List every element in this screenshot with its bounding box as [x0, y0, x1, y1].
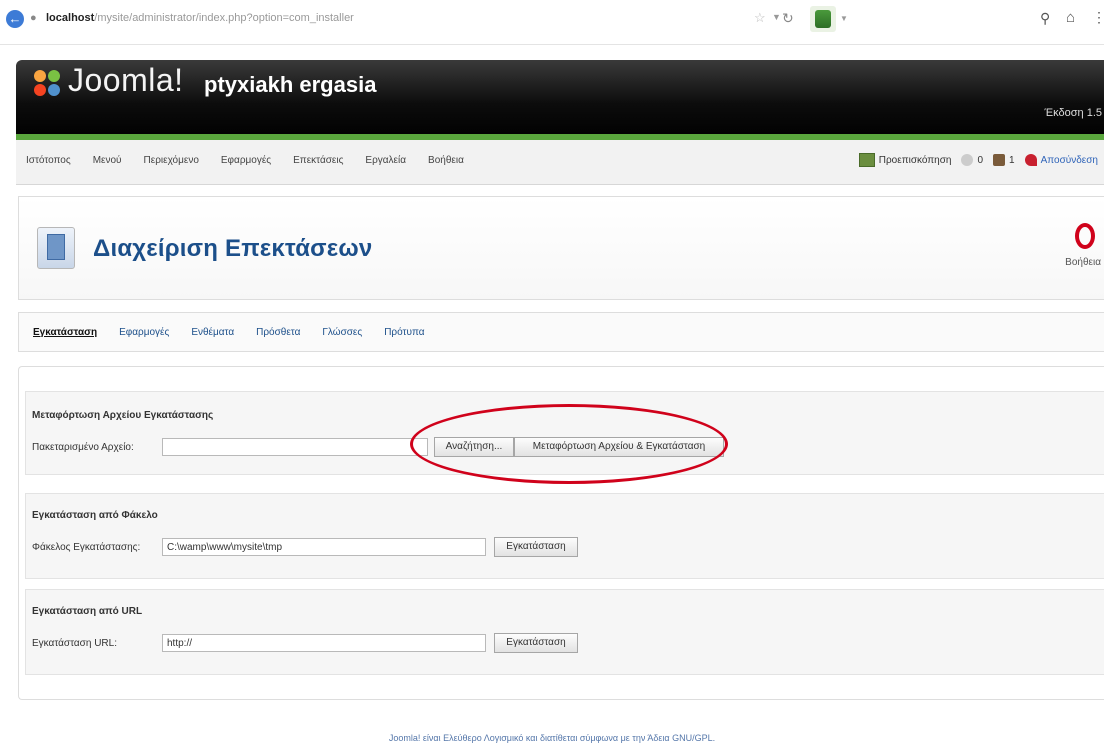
directory-section: Εγκατάσταση από Φάκελο Φάκελος Εγκατάστα…: [25, 493, 1104, 579]
tab-components[interactable]: Εφαρμογές: [119, 327, 169, 338]
help-icon[interactable]: [1075, 223, 1095, 249]
tab-languages[interactable]: Γλώσσες: [322, 327, 362, 338]
menu-item-help[interactable]: Βοήθεια: [428, 155, 464, 166]
home-icon[interactable]: ⌂: [1066, 9, 1075, 26]
addon-icon[interactable]: [810, 6, 836, 32]
reload-icon[interactable]: ↻: [782, 10, 794, 27]
install-directory-input[interactable]: C:\wamp\www\mysite\tmp: [162, 538, 486, 556]
highlight-ellipse: [410, 404, 728, 484]
preview-label: Προεπισκόπηση: [878, 154, 952, 166]
logout-label: Αποσύνδεση: [1040, 154, 1098, 166]
version-label: Έκδοση 1.5: [1044, 107, 1103, 119]
tab-plugins[interactable]: Πρόσθετα: [256, 327, 300, 338]
menu-item-menus[interactable]: Μενού: [93, 155, 122, 166]
menu-item-site[interactable]: Ιστότοπος: [26, 155, 71, 166]
users-count: 1: [1009, 154, 1015, 166]
addon-dropdown-icon[interactable]: ▼: [840, 14, 848, 23]
upload-field-label: Πακεταρισμένο Αρχείο:: [32, 442, 134, 453]
admin-menu-bar: Ιστότοπος Μενού Περιεχόμενο Εφαρμογές Επ…: [16, 140, 1104, 185]
back-icon[interactable]: ←: [6, 10, 24, 28]
main-menu: Ιστότοπος Μενού Περιεχόμενο Εφαρμογές Επ…: [26, 155, 464, 166]
directory-section-title: Εγκατάσταση από Φάκελο: [32, 510, 158, 521]
tab-templates[interactable]: Πρότυπα: [384, 327, 424, 338]
menu-item-tools[interactable]: Εργαλεία: [365, 155, 406, 166]
tab-install[interactable]: Εγκατάσταση: [33, 327, 97, 338]
users-link[interactable]: 1: [993, 154, 1015, 166]
url-install-button[interactable]: Εγκατάσταση: [494, 633, 578, 653]
status-area: Προεπισκόπηση 0 1 Αποσύνδεση: [858, 153, 1098, 167]
tab-modules[interactable]: Ενθέματα: [191, 327, 234, 338]
joomla-header: Joomla! ptyxiakh ergasia Έκδοση 1.5: [16, 60, 1104, 140]
menu-item-components[interactable]: Εφαρμογές: [221, 155, 271, 166]
messages-count: 0: [977, 154, 984, 166]
url-section: Εγκατάσταση από URL Εγκατάσταση URL: htt…: [25, 589, 1104, 675]
preview-icon: [858, 153, 875, 167]
url-section-title: Εγκατάσταση από URL: [32, 606, 143, 617]
site-name: ptyxiakh ergasia: [204, 72, 377, 97]
install-url-input[interactable]: http://: [162, 634, 486, 652]
url-field-label: Εγκατάσταση URL:: [32, 638, 117, 649]
url-host: localhost: [46, 12, 95, 24]
directory-field-label: Φάκελος Εγκατάστασης:: [32, 542, 141, 553]
menu-item-content[interactable]: Περιεχόμενο: [144, 155, 199, 166]
extension-manager-icon: [37, 227, 75, 269]
url-path: /mysite/administrator/index.php?option=c…: [94, 12, 354, 24]
submenu-tabs: Εγκατάσταση Εφαρμογές Ενθέματα Πρόσθετα …: [18, 312, 1104, 352]
help-button-label[interactable]: Βοήθεια: [1065, 257, 1101, 268]
package-file-input[interactable]: [162, 438, 428, 456]
menu-item-extensions[interactable]: Επεκτάσεις: [293, 155, 343, 166]
joomla-logo-icon: [34, 70, 62, 98]
directory-install-button[interactable]: Εγκατάσταση: [494, 537, 578, 557]
toolbar-box: Διαχείριση Επεκτάσεων Βοήθεια: [18, 196, 1104, 300]
page-info-icon[interactable]: ●: [30, 12, 37, 24]
messages-icon: [961, 154, 974, 166]
browser-toolbar: ← ● localhost/mysite/administrator/index…: [0, 0, 1104, 45]
star-icon[interactable]: ☆: [754, 10, 766, 26]
upload-section-title: Μεταφόρτωση Αρχείου Εγκατάστασης: [32, 410, 214, 421]
page-title: Διαχείριση Επεκτάσεων: [93, 235, 373, 262]
dropdown-icon[interactable]: ▼: [772, 12, 781, 22]
address-bar[interactable]: localhost/mysite/administrator/index.php…: [46, 12, 354, 24]
more-icon[interactable]: ⋮: [1092, 9, 1104, 26]
footer-text: Joomla! είναι Ελεύθερο Λογισμικό και δια…: [388, 733, 716, 743]
users-icon: [993, 154, 1006, 166]
messages-link[interactable]: 0: [961, 154, 983, 166]
joomla-logo-text: Joomla!: [68, 62, 184, 98]
preview-link[interactable]: Προεπισκόπηση: [858, 153, 952, 167]
logout-icon: [1024, 154, 1037, 166]
logout-link[interactable]: Αποσύνδεση: [1024, 154, 1098, 166]
search-icon[interactable]: ⚲: [1040, 10, 1050, 27]
